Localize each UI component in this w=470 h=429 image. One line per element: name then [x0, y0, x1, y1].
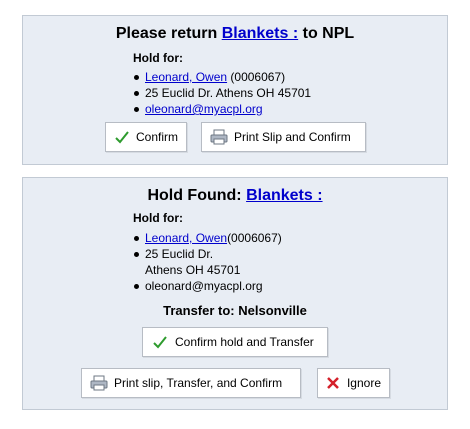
hold-for-label-2: Hold for:: [133, 211, 183, 225]
confirm-label: Confirm: [136, 130, 179, 144]
printer-icon: [90, 374, 108, 392]
hold-patron-name-link[interactable]: Leonard, Owen: [145, 231, 227, 245]
hold-item-title-link[interactable]: Blankets :: [246, 187, 322, 204]
print-slip-confirm-button[interactable]: Print Slip and Confirm: [201, 122, 366, 152]
confirm-button[interactable]: Confirm: [105, 122, 187, 152]
patron-name-item: Leonard, Owen (0006067): [133, 69, 311, 85]
patron-id: (0006067): [230, 70, 286, 84]
transfer-destination: Transfer to: Nelsonville: [163, 303, 307, 318]
check-icon: [114, 128, 130, 146]
hold-found-panel: Hold Found: Blankets : Hold for: Leonard…: [22, 177, 448, 410]
patron-name-link[interactable]: Leonard, Owen: [145, 70, 227, 84]
hold-for-label: Hold for:: [133, 51, 183, 65]
hold-found-prefix: Hold Found:: [147, 187, 242, 204]
print-transfer-confirm-label: Print slip, Transfer, and Confirm: [114, 376, 283, 390]
hold-patron-info-list: Leonard, Owen(0006067) 25 Euclid Dr. Ath…: [133, 230, 282, 294]
ignore-button[interactable]: Ignore: [317, 368, 390, 398]
hold-patron-email: oleonard@myacpl.org: [133, 278, 282, 294]
return-title-suffix: to NPL: [302, 25, 355, 42]
check-icon: [151, 333, 169, 351]
return-notice-title: Please return Blankets : to NPL: [23, 25, 447, 43]
patron-info-list: Leonard, Owen (0006067) 25 Euclid Dr. At…: [133, 69, 311, 117]
confirm-hold-transfer-label: Confirm hold and Transfer: [175, 335, 314, 349]
hold-patron-name-item: Leonard, Owen(0006067): [133, 230, 282, 246]
print-transfer-confirm-button[interactable]: Print slip, Transfer, and Confirm: [81, 368, 301, 398]
hold-found-title: Hold Found: Blankets :: [23, 187, 447, 205]
patron-email-link[interactable]: oleonard@myacpl.org: [145, 102, 263, 116]
return-title-prefix: Please return: [115, 25, 218, 42]
print-slip-confirm-label: Print Slip and Confirm: [234, 130, 351, 144]
close-icon: [326, 374, 341, 392]
hold-patron-address: 25 Euclid Dr. Athens OH 45701: [133, 246, 282, 278]
return-notice-panel: Please return Blankets : to NPL Hold for…: [22, 15, 448, 165]
hold-patron-id: (0006067): [227, 231, 282, 245]
hold-patron-address-line2: Athens OH 45701: [145, 263, 241, 277]
ignore-label: Ignore: [346, 376, 381, 390]
printer-icon: [210, 128, 228, 146]
confirm-hold-transfer-button[interactable]: Confirm hold and Transfer: [142, 327, 328, 357]
patron-email-item: oleonard@myacpl.org: [133, 101, 311, 117]
patron-address: 25 Euclid Dr. Athens OH 45701: [133, 85, 311, 101]
item-title-link[interactable]: Blankets :: [222, 25, 298, 42]
